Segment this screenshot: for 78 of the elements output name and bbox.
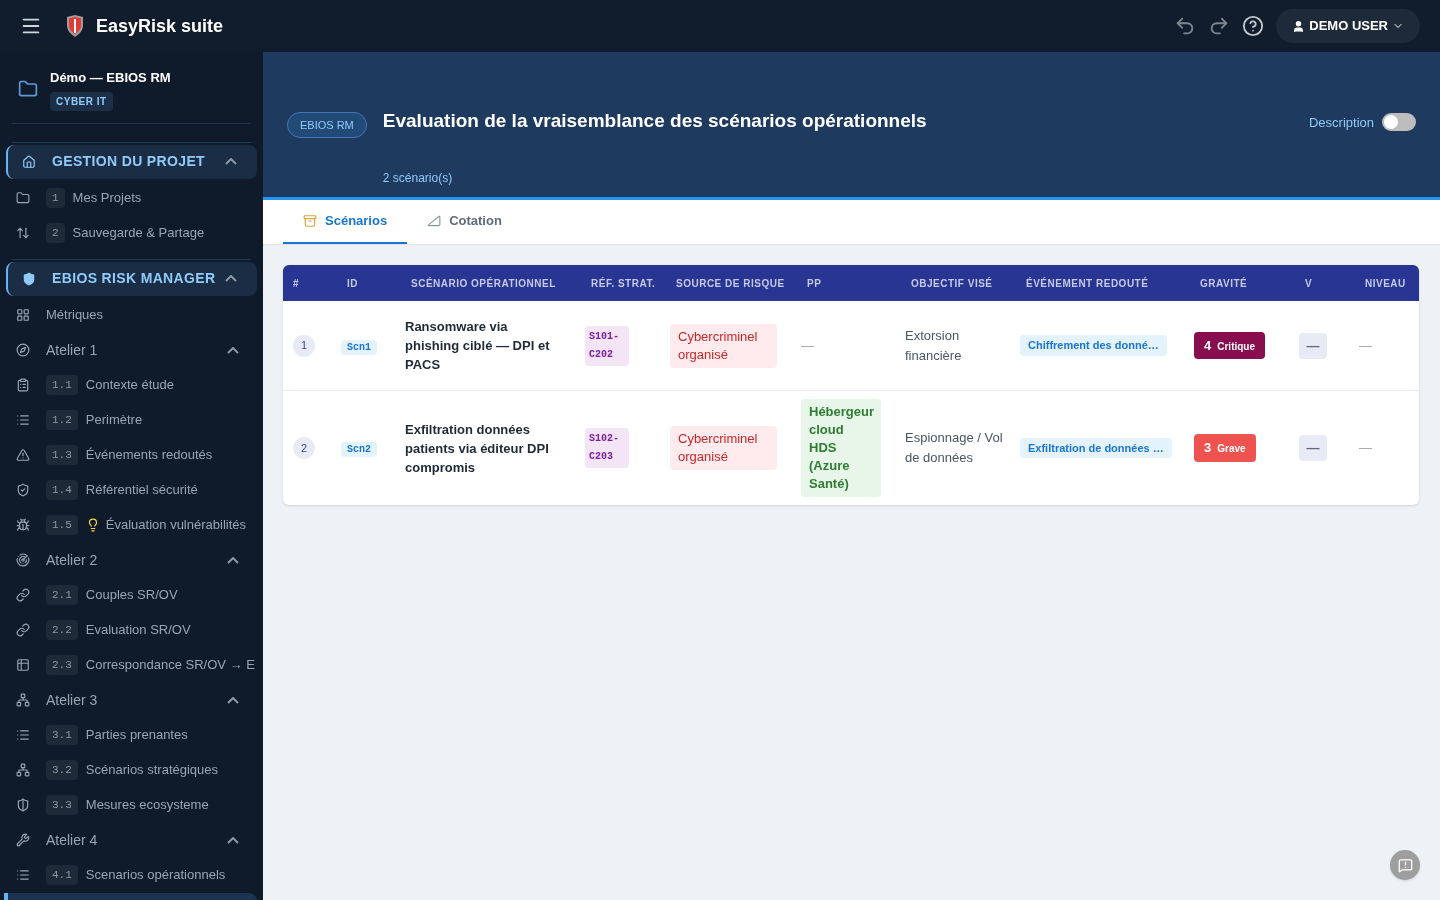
sidebar-item[interactable]: 2.1 Couples SR/OV [0,577,263,613]
sidebar-item[interactable]: 1.2 Perimètre [0,402,263,438]
column-header: OBJECTIF VISÉ [911,277,993,289]
step-number: 3.3 [46,795,78,815]
sidebar-item[interactable]: 3.3 Mesures ecosysteme [0,787,263,823]
tab[interactable]: Scénarios [283,200,408,244]
column-header: NIVEAU [1365,277,1406,289]
feared-event: Exfiltration de données … [1020,437,1172,459]
project-title: Démo — EBIOS RM [50,69,171,87]
row-number: 1 [293,334,315,357]
likelihood-button[interactable]: — [1299,435,1327,461]
strategy-reference: S101-C202 [585,325,629,366]
feared-event: Chiffrement des donné… [1020,335,1167,356]
tab[interactable]: Cotation [407,200,522,244]
sidebar-section[interactable]: GESTION DU PROJET [6,144,257,179]
stakeholder: Hébergeur cloud HDS (Azure Santé) [801,399,881,497]
level-value: — [1359,440,1372,456]
step-number: 3.1 [46,725,78,745]
column-header: ID [347,277,358,289]
step-number: 1 [46,188,65,208]
column-header: # [293,277,300,289]
row-number: 2 [293,437,315,459]
sidebar-item[interactable]: 4.1 Scenarios opérationnels [0,857,263,893]
module-badge: EBIOS RM [287,112,367,138]
column-header: SCÉNARIO OPÉRATIONNEL [411,277,556,289]
empty-value: — [801,337,814,353]
sidebar-item[interactable]: 2 Sauvegarde & Partage [0,215,263,251]
step-number: 3.2 [46,760,78,780]
step-number: 1.2 [46,410,78,430]
app-title: EasyRisk suite [96,14,224,38]
level-value: — [1359,337,1372,353]
toggle-label: Description [1308,114,1374,132]
step-number: 1.1 [46,375,78,395]
step-number: 1.4 [46,480,78,500]
step-number: 1.3 [46,445,78,465]
likelihood-button[interactable]: — [1299,332,1327,359]
sidebar-section[interactable]: EBIOS RISK MANAGER [6,261,257,296]
sidebar-group[interactable]: Atelier 4 [0,822,263,858]
sidebar-item[interactable]: 3.1 Parties prenantes [0,717,263,753]
scenario-id: Scn1 [341,339,377,355]
sidebar-group[interactable]: Atelier 3 [0,682,263,718]
gravity-badge: 3 Grave [1194,434,1256,462]
sidebar-item[interactable]: 2.3 Correspondance SR/OV → E [0,647,263,683]
risk-source: Cybercriminel organisé [670,323,777,368]
sidebar-group[interactable]: Atelier 2 [0,542,263,578]
sidebar-item[interactable]: 1.4 Référentiel sécurité [0,472,263,508]
sidebar-group[interactable]: Atelier 1 [0,332,263,368]
sidebar-item[interactable]: 1.5 Évaluation vulnérabilités [0,507,263,543]
step-number: 2.1 [46,585,78,605]
strategy-reference: S102-C203 [585,428,629,468]
scenario-name: Exfiltration données patients via éditeur DPI compromis [405,420,550,477]
step-number: 2.2 [46,620,78,640]
gravity-badge: 4 Critique [1194,331,1265,360]
column-header: PP [807,277,822,289]
sidebar-item[interactable]: 1.3 Événements redoutés [0,437,263,473]
step-number: 2 [46,223,65,243]
column-header: SOURCE DE RISQUE [676,277,785,289]
sidebar-item[interactable]: 3.2 Scénarios stratégiques [0,752,263,788]
user-menu-button[interactable]: DEMO USER [1276,9,1420,43]
scenario-count: 2 scénario(s) [382,169,454,187]
column-header: RÉF. STRAT. [591,277,656,289]
target-objective: Extorsion financière [905,327,962,363]
page-title: Evaluation de la vraisemblance des scénarios opérationnels [382,109,928,133]
scenario-name: Ransomware via phishing ciblé — DPI et PACS [405,318,551,374]
risk-source: Cybercriminel organisé [670,426,777,470]
project-tag: CYBER IT [50,91,113,111]
column-header: GRAVITÉ [1200,277,1248,289]
step-number: 2.3 [46,655,78,675]
sidebar-item[interactable]: 1 Mes Projets [0,180,263,216]
column-header: V [1305,277,1313,289]
sidebar-item[interactable]: Métriques [0,297,263,333]
column-header: ÉVÉNEMENT REDOUTÉ [1026,277,1149,289]
step-number: 1.5 [46,515,78,535]
scenario-id: Scn2 [341,442,377,458]
sidebar-item[interactable]: 2.2 Evaluation SR/OV [0,612,263,648]
step-number: 4.1 [46,865,78,885]
sidebar-item[interactable]: 1.1 Contexte étude [0,367,263,403]
target-objective: Espionnage / Vol de données [905,430,1003,465]
